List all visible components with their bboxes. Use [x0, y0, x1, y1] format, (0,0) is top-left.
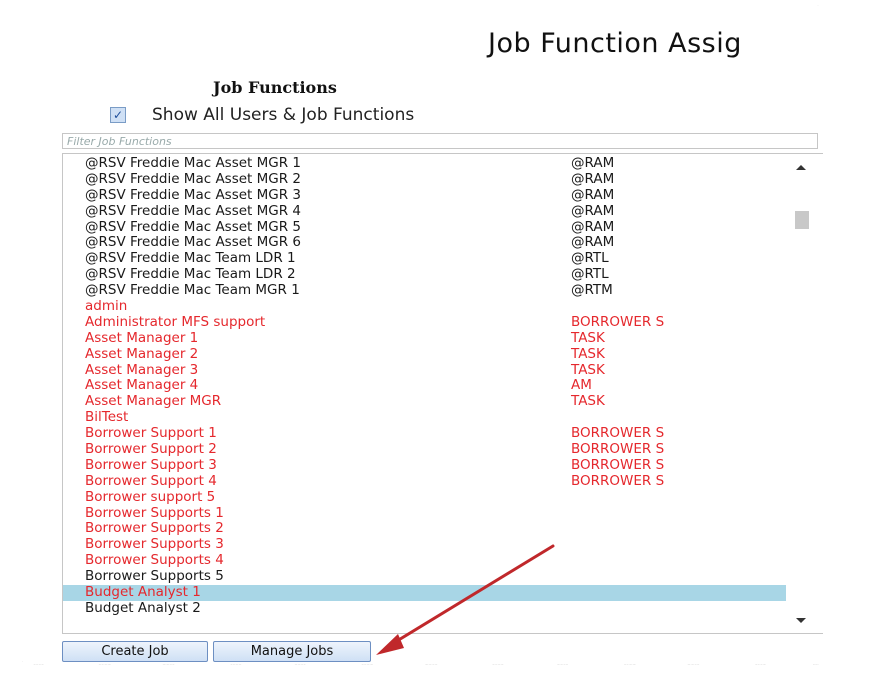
job-function-code: AM: [571, 377, 592, 394]
job-function-row[interactable]: Borrower Supports 4: [63, 552, 787, 569]
job-function-name: @RSV Freddie Mac Asset MGR 1: [85, 155, 301, 171]
job-function-row[interactable]: BilTest: [63, 409, 787, 426]
job-function-row[interactable]: @RSV Freddie Mac Asset MGR 4 @RAM: [63, 202, 787, 220]
job-function-row[interactable]: Borrower Supports 2: [63, 521, 787, 537]
job-function-name: Administrator MFS support: [85, 313, 266, 330]
scroll-thumb[interactable]: [795, 211, 809, 229]
job-function-name: @RSV Freddie Mac Team LDR 2: [85, 266, 296, 283]
job-function-name: Asset Manager 3: [85, 361, 199, 378]
job-function-code: BORROWER S: [571, 441, 665, 458]
job-function-row[interactable]: Asset Manager 1 TASK: [63, 329, 787, 347]
job-function-row[interactable]: Asset Manager MGR TASK: [63, 393, 787, 410]
job-function-code: @RAM: [571, 234, 615, 251]
job-function-code: @RAM: [571, 186, 615, 203]
job-function-name: Asset Manager 1: [85, 329, 199, 346]
job-function-code: BORROWER S: [571, 456, 665, 473]
job-function-name: Asset Manager 4: [85, 377, 199, 394]
job-function-code: BORROWER S: [571, 425, 665, 442]
job-function-name: Borrower Supports 3: [85, 536, 224, 553]
job-function-name: BilTest: [85, 409, 129, 426]
job-function-name: Budget Analyst 2: [85, 599, 201, 616]
job-function-row[interactable]: Borrower Supports 3: [63, 536, 787, 553]
job-function-row[interactable]: Borrower Support 4 BORROWER S: [63, 472, 787, 490]
create-job-button[interactable]: Create Job: [62, 641, 208, 662]
job-function-row[interactable]: Asset Manager 3 TASK: [63, 361, 787, 379]
job-function-name: Budget Analyst 1: [85, 584, 201, 601]
job-function-row[interactable]: Borrower support 5: [63, 488, 787, 506]
job-function-row[interactable]: admin: [63, 298, 787, 315]
filter-job-functions-input[interactable]: [62, 133, 818, 149]
job-function-code: BORROWER S: [571, 472, 665, 489]
job-function-code: TASK: [571, 361, 605, 378]
job-function-row[interactable]: Asset Manager 4 AM: [63, 378, 787, 394]
job-function-name: @RSV Freddie Mac Asset MGR 4: [85, 202, 301, 219]
job-function-name: Borrower support 5: [85, 488, 216, 505]
job-function-name: @RSV Freddie Mac Team LDR 1: [85, 250, 296, 267]
job-function-row[interactable]: @RSV Freddie Mac Team MGR 1 @RTM: [63, 282, 787, 299]
job-function-list[interactable]: @RSV Freddie Mac Asset MGR 1 @RAM @RSV Fre…: [62, 153, 823, 634]
page-title: Job Function Assig: [488, 28, 742, 59]
job-function-name: @RSV Freddie Mac Asset MGR 3: [85, 186, 301, 203]
show-all-label: Show All Users & Job Functions: [152, 105, 415, 125]
job-function-code: TASK: [571, 329, 605, 346]
job-function-row[interactable]: @RSV Freddie Mac Team LDR 1 @RTL: [63, 250, 787, 267]
job-function-code: BORROWER S: [571, 313, 665, 330]
job-function-name: Asset Manager 2: [85, 345, 199, 362]
job-function-code: @RAM: [571, 218, 615, 235]
job-function-name: Borrower Supports 1: [85, 504, 224, 521]
triangle-down-icon[interactable]: [796, 618, 806, 623]
job-function-row[interactable]: Borrower Support 1 BORROWER S: [63, 425, 787, 442]
job-function-name: @RSV Freddie Mac Asset MGR 2: [85, 170, 301, 187]
show-all-checkbox[interactable]: ✓: [110, 107, 126, 123]
job-function-code: TASK: [571, 393, 605, 410]
job-function-row[interactable]: Borrower Supports 1: [63, 504, 787, 522]
job-function-row[interactable]: Budget Analyst 1: [63, 584, 787, 601]
job-function-name: Borrower Supports 5: [85, 568, 224, 585]
job-function-code: @RTL: [571, 266, 609, 283]
job-function-name: Borrower Support 3: [85, 456, 217, 473]
job-function-row[interactable]: @RSV Freddie Mac Asset MGR 5 @RAM: [63, 218, 787, 236]
job-function-row[interactable]: @RSV Freddie Mac Asset MGR 6 @RAM: [63, 235, 787, 251]
job-function-name: @RSV Freddie Mac Asset MGR 6: [85, 234, 301, 251]
job-function-row[interactable]: @RSV Freddie Mac Asset MGR 1 @RAM: [63, 155, 787, 172]
job-function-name: Asset Manager MGR: [85, 393, 222, 410]
job-function-name: admin: [85, 298, 128, 315]
triangle-up-icon[interactable]: [796, 165, 806, 170]
job-function-code: @RAM: [571, 202, 615, 219]
manage-jobs-button[interactable]: Manage Jobs: [213, 641, 371, 662]
job-function-code: @RAM: [571, 155, 615, 171]
job-function-row[interactable]: @RSV Freddie Mac Asset MGR 3 @RAM: [63, 186, 787, 204]
job-function-row[interactable]: Borrower Support 3 BORROWER S: [63, 456, 787, 474]
job-function-row[interactable]: Asset Manager 2 TASK: [63, 345, 787, 363]
job-function-row[interactable]: @RSV Freddie Mac Team LDR 2 @RTL: [63, 266, 787, 283]
checkmark-icon: ✓: [112, 108, 124, 122]
job-function-row[interactable]: Borrower Support 2 BORROWER S: [63, 441, 787, 458]
job-function-code: TASK: [571, 345, 605, 362]
job-function-row[interactable]: Budget Analyst 2: [63, 599, 787, 617]
job-function-name: Borrower Support 4: [85, 472, 217, 489]
job-function-rows: @RSV Freddie Mac Asset MGR 1 @RAM @RSV Fre…: [63, 155, 787, 617]
job-function-row[interactable]: @RSV Freddie Mac Asset MGR 2 @RAM: [63, 170, 787, 188]
job-function-row[interactable]: Administrator MFS support BORROWER S: [63, 313, 787, 331]
job-function-name: Borrower Support 2: [85, 441, 217, 458]
show-all-toggle[interactable]: ✓ Show All Users & Job Functions: [110, 105, 414, 125]
job-function-row[interactable]: Borrower Supports 5: [63, 568, 787, 585]
job-function-name: Borrower Supports 4: [85, 552, 224, 569]
job-function-code: @RAM: [571, 170, 615, 187]
section-title: Job Functions: [213, 78, 337, 97]
job-function-name: @RSV Freddie Mac Asset MGR 5: [85, 218, 301, 235]
job-function-name: Borrower Support 1: [85, 425, 217, 442]
job-function-name: Borrower Supports 2: [85, 520, 224, 537]
job-function-name: @RSV Freddie Mac Team MGR 1: [85, 282, 300, 299]
job-function-code: @RTM: [571, 282, 613, 299]
list-scrollbar[interactable]: [786, 155, 818, 631]
job-function-code: @RTL: [571, 250, 609, 267]
